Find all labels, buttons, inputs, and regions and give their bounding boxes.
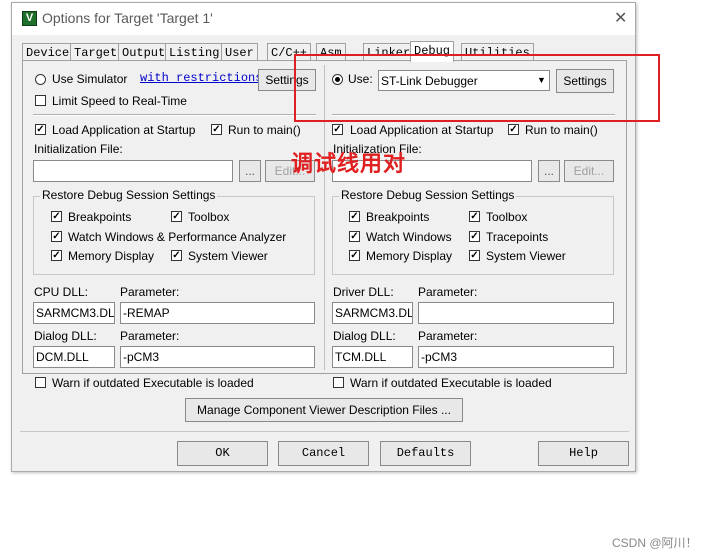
annotation-text: 调试线用对 [291,151,407,176]
right-warn-outdated-checkbox[interactable] [333,377,344,388]
tab-output[interactable]: Output [118,43,170,61]
right-system-viewer-label: System Viewer [486,249,566,263]
driver-param-label: Parameter: [418,285,478,299]
limit-speed-label: Limit Speed to Real-Time [52,94,187,108]
cpu-dll-label: CPU DLL: [34,285,89,299]
run-to-main-checkbox[interactable]: ✓ [211,124,222,135]
cpu-dll-input[interactable]: SARMCM3.DLL [33,302,115,324]
init-file-label: Initialization File: [34,142,123,156]
title-bar: V Options for Target 'Target 1' ✕ [12,3,635,35]
init-file-input[interactable] [33,160,233,182]
cpu-param-input[interactable]: -REMAP [120,302,315,324]
manage-component-viewer-button[interactable]: Manage Component Viewer Description File… [185,398,463,422]
dialog-dll-input[interactable]: DCM.DLL [33,346,115,368]
dialog-param-label: Parameter: [120,329,180,343]
tracepoints-checkbox[interactable]: ✓ [469,231,480,242]
help-button[interactable]: Help [538,441,629,466]
right-restore-settings-title: Restore Debug Session Settings [339,188,517,202]
window-title: Options for Target 'Target 1' [42,10,213,26]
app-icon: V [22,11,37,26]
cancel-button[interactable]: Cancel [278,441,369,466]
right-breakpoints-checkbox[interactable]: ✓ [349,211,360,222]
breakpoints-label: Breakpoints [68,210,132,224]
use-simulator-label: Use Simulator [52,72,128,86]
driver-param-input[interactable] [418,302,614,324]
right-dialog-param-input[interactable]: -pCM3 [418,346,614,368]
right-run-to-main-checkbox[interactable]: ✓ [508,124,519,135]
run-to-main-label: Run to main() [228,123,301,137]
dialog-dll-label: Dialog DLL: [34,329,97,343]
highlight-box [294,54,660,122]
memory-display-label: Memory Display [68,249,155,263]
warn-outdated-checkbox[interactable] [35,377,46,388]
right-dialog-dll-input[interactable]: TCM.DLL [332,346,413,368]
dialog-param-input[interactable]: -pCM3 [120,346,315,368]
warn-outdated-label: Warn if outdated Executable is loaded [52,376,254,390]
driver-dll-label: Driver DLL: [333,285,394,299]
right-breakpoints-label: Breakpoints [366,210,430,224]
right-watch-windows-label: Watch Windows [366,230,452,244]
right-warn-outdated-label: Warn if outdated Executable is loaded [350,376,552,390]
cpu-param-label: Parameter: [120,285,180,299]
right-init-file-browse-button[interactable]: ... [538,160,560,182]
right-memory-display-label: Memory Display [366,249,453,263]
load-app-label: Load Application at Startup [52,123,196,137]
tracepoints-label: Tracepoints [486,230,549,244]
right-toolbox-label: Toolbox [486,210,528,224]
footer-divider [20,431,629,432]
load-app-checkbox[interactable]: ✓ [35,124,46,135]
right-memory-display-checkbox[interactable]: ✓ [349,250,360,261]
right-dialog-param-label: Parameter: [418,329,478,343]
system-viewer-checkbox[interactable]: ✓ [171,250,182,261]
right-system-viewer-checkbox[interactable]: ✓ [469,250,480,261]
limit-speed-checkbox[interactable] [35,95,46,106]
tab-device[interactable]: Device [22,43,74,61]
right-run-to-main-label: Run to main() [525,123,598,137]
close-icon[interactable]: ✕ [614,8,627,28]
separator [33,114,316,116]
right-load-app-label: Load Application at Startup [350,123,494,137]
restore-settings-title: Restore Debug Session Settings [40,188,218,202]
ok-button[interactable]: OK [177,441,268,466]
init-file-browse-button[interactable]: ... [239,160,261,182]
tab-listing[interactable]: Listing [165,43,224,61]
right-watch-windows-checkbox[interactable]: ✓ [349,231,360,242]
watch-windows-checkbox[interactable]: ✓ [51,231,62,242]
tab-user[interactable]: User [221,43,258,61]
tab-target[interactable]: Target [70,43,122,61]
system-viewer-label: System Viewer [188,249,268,263]
right-load-app-checkbox[interactable]: ✓ [332,124,343,135]
breakpoints-checkbox[interactable]: ✓ [51,211,62,222]
memory-display-checkbox[interactable]: ✓ [51,250,62,261]
defaults-button[interactable]: Defaults [380,441,471,466]
restrictions-link[interactable]: with restrictions [140,71,262,85]
toolbox-label: Toolbox [188,210,230,224]
right-dialog-dll-label: Dialog DLL: [333,329,396,343]
watch-windows-label: Watch Windows & Performance Analyzer [68,230,287,244]
use-simulator-radio[interactable] [35,74,46,85]
right-init-file-edit-button[interactable]: Edit... [564,160,614,182]
driver-dll-input[interactable]: SARMCM3.DLL [332,302,413,324]
right-toolbox-checkbox[interactable]: ✓ [469,211,480,222]
toolbox-checkbox[interactable]: ✓ [171,211,182,222]
watermark-text: CSDN @阿川！ [612,536,698,550]
